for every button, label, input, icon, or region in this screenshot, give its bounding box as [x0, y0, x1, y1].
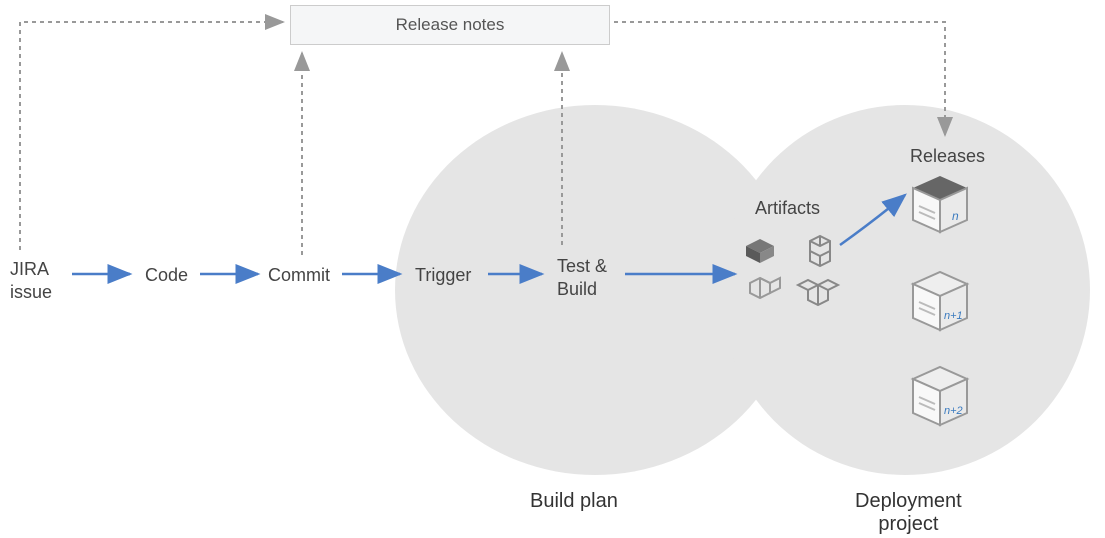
release-box-n2: n+2 [905, 365, 975, 435]
artifacts-label: Artifacts [755, 197, 820, 220]
svg-text:n+1: n+1 [944, 310, 963, 322]
release-notes-box: Release notes [290, 5, 610, 45]
release-box-n: n [905, 172, 975, 242]
commit-label: Commit [268, 264, 330, 287]
svg-text:n: n [952, 209, 959, 223]
svg-text:n+2: n+2 [944, 405, 963, 417]
dashed-jira-to-releasenotes [20, 22, 283, 250]
releases-label: Releases [910, 145, 985, 168]
artifacts-icons [740, 225, 850, 315]
build-plan-section-label: Build plan [530, 490, 618, 513]
jira-issue-label: JIRA issue [10, 258, 52, 305]
deployment-project-section-label: Deployment project [855, 490, 962, 536]
trigger-label: Trigger [415, 264, 471, 287]
release-notes-label: Release notes [396, 15, 505, 35]
release-box-n1: n+1 [905, 270, 975, 340]
code-label: Code [145, 264, 188, 287]
test-build-label: Test & Build [557, 255, 607, 302]
